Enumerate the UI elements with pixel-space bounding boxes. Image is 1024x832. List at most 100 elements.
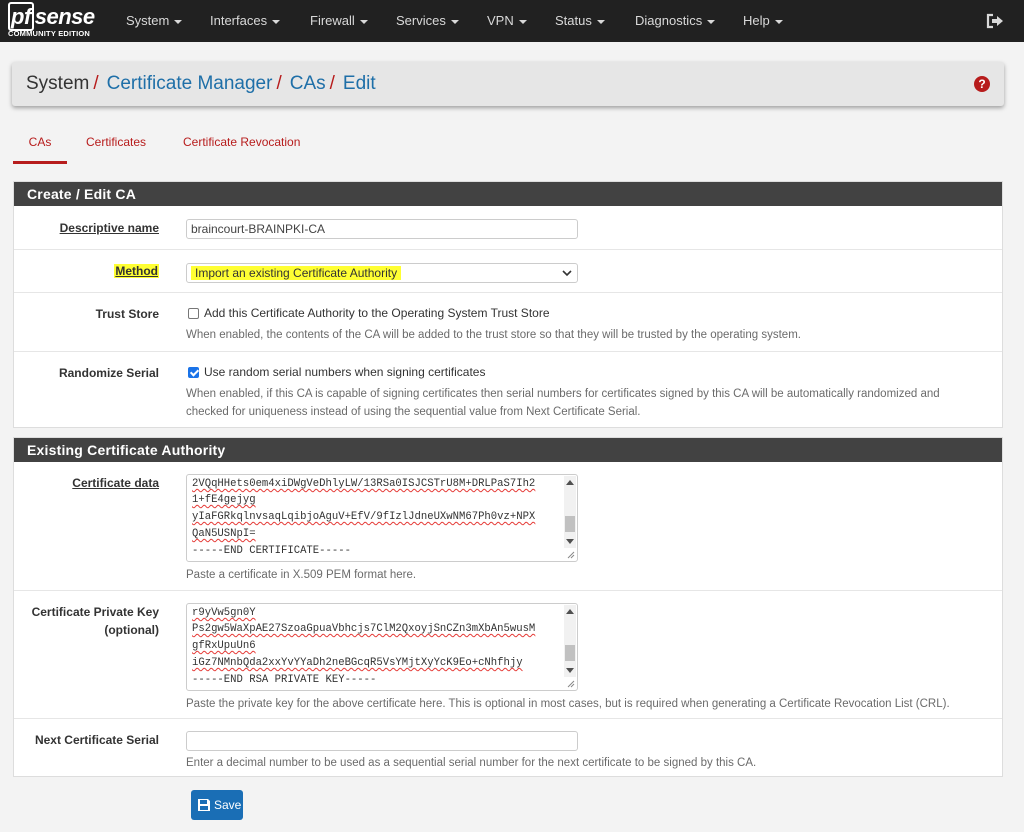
create-edit-ca-panel: Create / Edit CA Descriptive name Method… xyxy=(13,181,1003,428)
breadcrumb-certificate-manager[interactable]: Certificate Manager xyxy=(107,73,273,94)
breadcrumb-cas[interactable]: CAs xyxy=(290,73,326,94)
randomize-serial-row: Randomize Serial Use random serial numbe… xyxy=(14,351,1002,428)
cert-line: yIaFGRkqlnvsaqLqibjoAguV+EfV/9fIzlJdneUX… xyxy=(192,511,536,523)
caret-down-icon xyxy=(359,19,368,24)
nav-status[interactable]: Status xyxy=(555,0,605,42)
nav-interfaces[interactable]: Interfaces xyxy=(210,0,281,42)
caret-down-icon xyxy=(174,19,183,24)
certificate-data-help: Paste a certificate in X.509 PEM format … xyxy=(186,569,417,581)
existing-ca-panel: Existing Certificate Authority Certifica… xyxy=(13,437,1003,777)
private-key-row: Certificate Private Key (optional) r9yVw… xyxy=(14,590,1002,718)
cert-line: 2VQqHHets0em4xiDWgVeDhlyLW/13RSa0ISJCSTr… xyxy=(192,478,536,490)
tab-certificates[interactable]: Certificates xyxy=(86,128,146,164)
key-line: r9yVw5gn0Y xyxy=(192,607,256,619)
nav-status-label: Status xyxy=(555,13,592,28)
private-key-textarea[interactable]: r9yVw5gn0Y Ps2gw5WaXpAE27SzoaGpuaVbhcjs7… xyxy=(186,603,578,691)
breadcrumb-separator: / xyxy=(329,73,335,94)
textarea-scrollbar[interactable] xyxy=(564,476,576,548)
pfsense-logo[interactable]: pf sense COMMUNITY EDITION xyxy=(8,2,104,40)
breadcrumb-panel: System / Certificate Manager / CAs / Edit ? xyxy=(12,62,1004,106)
trust-store-label: Trust Store xyxy=(95,307,159,321)
trust-store-help: When enabled, the contents of the CA wil… xyxy=(186,329,801,341)
private-key-help: Paste the private key for the above cert… xyxy=(186,698,950,710)
certificate-data-textarea[interactable]: 2VQqHHets0em4xiDWgVeDhlyLW/13RSa0ISJCSTr… xyxy=(186,474,578,562)
next-serial-input[interactable] xyxy=(186,731,578,751)
certificate-data-label: Certificate data xyxy=(72,476,159,490)
logo-prefix: pf xyxy=(8,2,34,31)
question-circle-icon[interactable]: ? xyxy=(974,76,990,92)
descriptive-name-label: Descriptive name xyxy=(59,221,159,235)
method-select[interactable]: Import an existing Certificate Authority xyxy=(186,263,578,283)
nav-interfaces-label: Interfaces xyxy=(210,13,268,28)
nav-services[interactable]: Services xyxy=(396,0,459,42)
caret-down-icon xyxy=(518,19,527,24)
sign-out-icon[interactable] xyxy=(986,13,1004,29)
randomize-serial-help-line1: When enabled, if this CA is capable of s… xyxy=(186,388,940,400)
tab-cas[interactable]: CAs xyxy=(13,128,67,164)
randomize-serial-checkbox[interactable] xyxy=(188,367,199,378)
method-row: Method Import an existing Certificate Au… xyxy=(14,249,1002,292)
nav-services-label: Services xyxy=(396,13,446,28)
descriptive-name-input[interactable] xyxy=(186,219,578,239)
resize-grip-icon[interactable] xyxy=(565,549,575,559)
breadcrumb-root: System xyxy=(26,73,90,94)
top-navbar: pf sense COMMUNITY EDITION System Interfa… xyxy=(0,0,1024,42)
panel-title: Existing Certificate Authority xyxy=(14,438,1002,462)
nav-system-label: System xyxy=(126,13,170,28)
logo-edition: COMMUNITY EDITION xyxy=(8,29,91,38)
certificate-data-row: Certificate data 2VQqHHets0em4xiDWgVeDhl… xyxy=(14,462,1002,590)
scroll-down-icon[interactable] xyxy=(566,539,574,544)
nav-diagnostics-label: Diagnostics xyxy=(635,13,703,28)
breadcrumb-separator: / xyxy=(276,73,282,94)
floppy-disk-icon xyxy=(198,799,210,811)
private-key-label: Certificate Private Key xyxy=(31,605,159,619)
breadcrumb-edit[interactable]: Edit xyxy=(343,73,376,94)
scroll-thumb[interactable] xyxy=(565,516,575,532)
nav-system[interactable]: System xyxy=(126,0,183,42)
scroll-down-icon[interactable] xyxy=(566,668,574,673)
save-button-label: Save xyxy=(214,798,242,812)
logo-wordmark: pf sense xyxy=(8,2,95,31)
descriptive-name-row: Descriptive name xyxy=(14,206,1002,249)
nav-help[interactable]: Help xyxy=(743,0,783,42)
resize-grip-icon[interactable] xyxy=(565,678,575,688)
nav-firewall-label: Firewall xyxy=(310,13,355,28)
caret-down-icon xyxy=(450,19,459,24)
trust-store-checkbox-label[interactable]: Add this Certificate Authority to the Op… xyxy=(204,306,550,320)
panel-title: Create / Edit CA xyxy=(14,182,1002,206)
method-selected-value: Import an existing Certificate Authority xyxy=(191,266,402,280)
textarea-scrollbar[interactable] xyxy=(564,605,576,677)
nav-help-label: Help xyxy=(743,13,770,28)
private-key-optional-label: (optional) xyxy=(104,623,159,637)
scroll-up-icon[interactable] xyxy=(566,609,574,614)
cert-line: QaN5USNpI= xyxy=(192,528,256,540)
key-line: -----END RSA PRIVATE KEY----- xyxy=(192,674,377,686)
chevron-down-icon xyxy=(562,270,572,277)
method-label: Method xyxy=(114,264,159,278)
tab-certificate-revocation[interactable]: Certificate Revocation xyxy=(183,128,300,164)
key-line: gfRxUpuUn6 xyxy=(192,640,256,652)
nav-diagnostics[interactable]: Diagnostics xyxy=(635,0,716,42)
trust-store-checkbox[interactable] xyxy=(188,308,199,319)
trust-store-row: Trust Store Add this Certificate Authori… xyxy=(14,292,1002,351)
nav-vpn[interactable]: VPN xyxy=(487,0,527,42)
breadcrumb: System / Certificate Manager / CAs / Edit xyxy=(26,72,376,96)
next-serial-label: Next Certificate Serial xyxy=(34,733,159,747)
save-button[interactable]: Save xyxy=(191,790,243,820)
caret-down-icon xyxy=(774,19,783,24)
next-serial-help: Enter a decimal number to be used as a s… xyxy=(186,757,757,769)
randomize-serial-checkbox-label[interactable]: Use random serial numbers when signing c… xyxy=(204,365,485,379)
cert-line: -----END CERTIFICATE----- xyxy=(192,545,351,557)
caret-down-icon xyxy=(272,19,281,24)
logo-suffix: sense xyxy=(34,4,95,29)
caret-down-icon xyxy=(596,19,605,24)
randomize-serial-label: Randomize Serial xyxy=(58,366,159,380)
scroll-up-icon[interactable] xyxy=(566,480,574,485)
next-serial-row: Next Certificate Serial Enter a decimal … xyxy=(14,718,1002,776)
randomize-serial-help-line2: checked for uniqueness instead of using … xyxy=(186,406,641,418)
nav-firewall[interactable]: Firewall xyxy=(310,0,368,42)
cert-line: 1+fE4gejyg xyxy=(192,494,256,506)
key-line: iGz7NMnbQda2xxYvYYaDh2neBGcqR5VsYMjtXyYc… xyxy=(192,657,523,669)
scroll-thumb[interactable] xyxy=(565,645,575,661)
nav-vpn-label: VPN xyxy=(487,13,514,28)
